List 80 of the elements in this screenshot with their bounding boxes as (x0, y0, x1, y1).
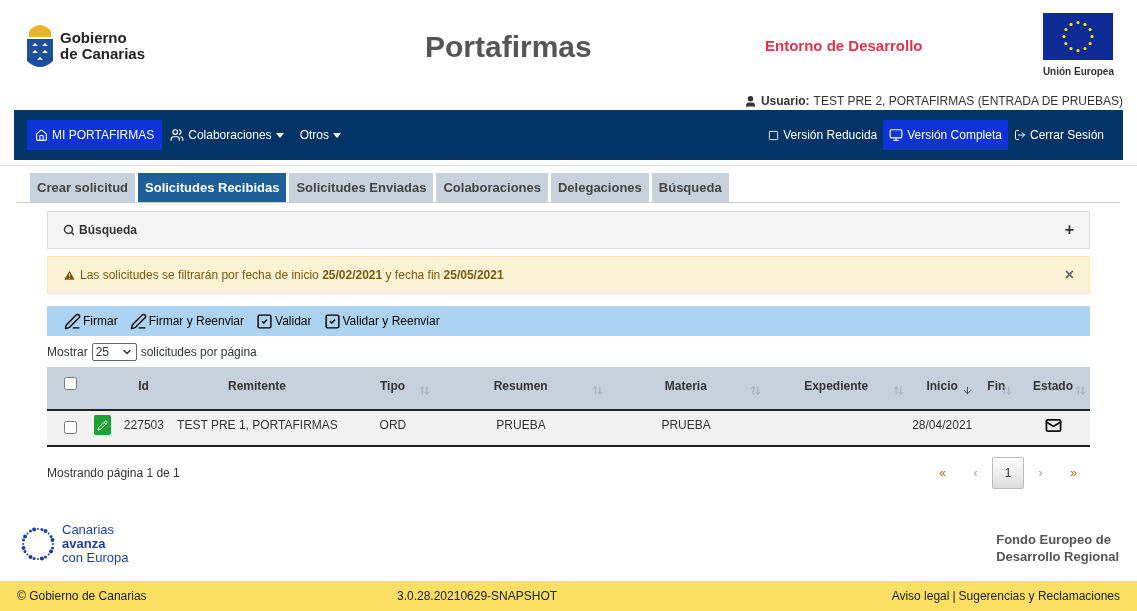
last-page-button[interactable]: » (1057, 464, 1090, 482)
link-separator: | (952, 588, 956, 605)
caret-icon (275, 132, 284, 138)
eu-flag-icon (1043, 13, 1114, 60)
column-header[interactable]: Expediente (804, 377, 869, 395)
row-checkbox[interactable] (64, 421, 78, 434)
tab[interactable]: Búsqueda (651, 173, 729, 202)
edit-document-icon (94, 415, 112, 435)
nav-item[interactable]: Versión Completa (883, 120, 1008, 150)
copyright-text: © Gobierno de Canarias (17, 588, 148, 605)
expand-toggle[interactable]: + (1064, 218, 1074, 242)
table-cell-text: ORD (379, 417, 407, 434)
action-button[interactable]: Validar (256, 312, 312, 330)
logo-text: Gobierno (60, 30, 128, 46)
tab[interactable]: Crear solicitud (30, 173, 136, 202)
eu-label: Unión Europea (1042, 65, 1114, 79)
page-button[interactable]: 1 (992, 457, 1024, 489)
table-cell-text: 28/04/2021 (912, 417, 973, 434)
search-panel[interactable]: Búsqueda + (47, 211, 1090, 249)
users-icon (170, 128, 185, 142)
version-text: 3.0.28.20210629-SNAPSHOT (397, 588, 558, 605)
user-name: TEST PRE 2, PORTAFIRMAS (ENTRADA DE PRUEBAS) (813, 93, 1123, 110)
footer-link[interactable]: Aviso legal (891, 587, 950, 605)
checkbox-icon (323, 312, 341, 330)
logo-text: avanza (62, 537, 107, 551)
tab[interactable]: Solicitudes Recibidas (138, 173, 287, 202)
fund-label: Desarrollo Regional (996, 548, 1119, 565)
column-header[interactable]: Inicio (926, 377, 958, 395)
square-icon (768, 129, 780, 141)
monitor-icon (889, 128, 904, 142)
tab[interactable]: Delegaciones (551, 173, 649, 202)
pen-icon (129, 312, 147, 330)
column-header[interactable]: Remitente (227, 377, 286, 395)
page-size-select[interactable]: 25 (91, 343, 137, 361)
mail-icon (1044, 417, 1062, 434)
app-title: Portafirmas (425, 28, 593, 65)
page-size-prefix: Mostrar (47, 344, 88, 361)
environment-label: Entorno de Desarrollo (765, 35, 924, 56)
table-cell-text: PRUEBA (661, 417, 711, 434)
nav-item[interactable]: Cerrar Sesión (1007, 120, 1110, 150)
page-size-suffix: solicitudes por página (140, 344, 257, 361)
alert-message: Las solicitudes se filtrarán por fecha de inicio 25/02/2021 y fecha fin 25/05/2021 (80, 267, 504, 284)
caret-icon (332, 132, 341, 138)
column-header[interactable]: Id (138, 377, 149, 395)
column-header[interactable]: Estado (1033, 377, 1074, 395)
warning-icon (63, 268, 76, 282)
logo-text: con Europa (62, 551, 129, 565)
fund-label: Fondo Europeo de (996, 531, 1112, 548)
action-button[interactable]: Firmar y Reenviar (129, 312, 245, 330)
nav-item[interactable]: MI PORTAFIRMAS (27, 120, 163, 150)
user-icon (743, 94, 757, 108)
action-button[interactable]: Validar y Reenviar (323, 312, 440, 330)
first-page-button[interactable]: « (926, 464, 959, 482)
pagination-info: Mostrando página 1 de 1 (47, 465, 180, 482)
close-button[interactable]: × (1064, 263, 1074, 287)
column-header[interactable]: Materia (664, 377, 707, 395)
pen-icon (64, 312, 81, 330)
nav-item[interactable]: Versión Reducida (762, 120, 884, 150)
footer-link[interactable]: Sugerencias y Reclamaciones (958, 587, 1120, 605)
home-icon (35, 128, 48, 142)
logo-text: de Canarias (60, 46, 146, 62)
table-cell-text: PRUEBA (496, 417, 546, 434)
logo-text: Canarias (62, 523, 116, 537)
nav-item[interactable]: Colaboraciones (162, 120, 292, 150)
column-header[interactable]: Tipo (380, 377, 406, 395)
column-header[interactable]: Fin (987, 377, 1006, 395)
table-cell-text: 227503 (123, 417, 164, 434)
logout-icon (1013, 129, 1026, 141)
select-all-checkbox[interactable] (64, 377, 78, 390)
checkbox-icon (256, 312, 274, 330)
tab[interactable]: Solicitudes Enviadas (289, 173, 434, 202)
nav-item[interactable]: Otros (291, 120, 349, 150)
search-panel-title: Búsqueda (79, 222, 137, 239)
user-label: Usuario: (760, 93, 810, 110)
table-cell-text: TEST PRE 1, PORTAFIRMAS (177, 417, 338, 434)
table-row[interactable]: 227503 TEST PRE 1, PORTAFIRMAS ORD PRUEBA PRUEBA 28/04/2021 (47, 411, 1090, 447)
column-header[interactable]: Resumen (493, 377, 548, 395)
tab[interactable]: Colaboraciones (436, 173, 548, 202)
action-button[interactable]: Firmar (64, 312, 118, 330)
search-icon (63, 224, 75, 236)
